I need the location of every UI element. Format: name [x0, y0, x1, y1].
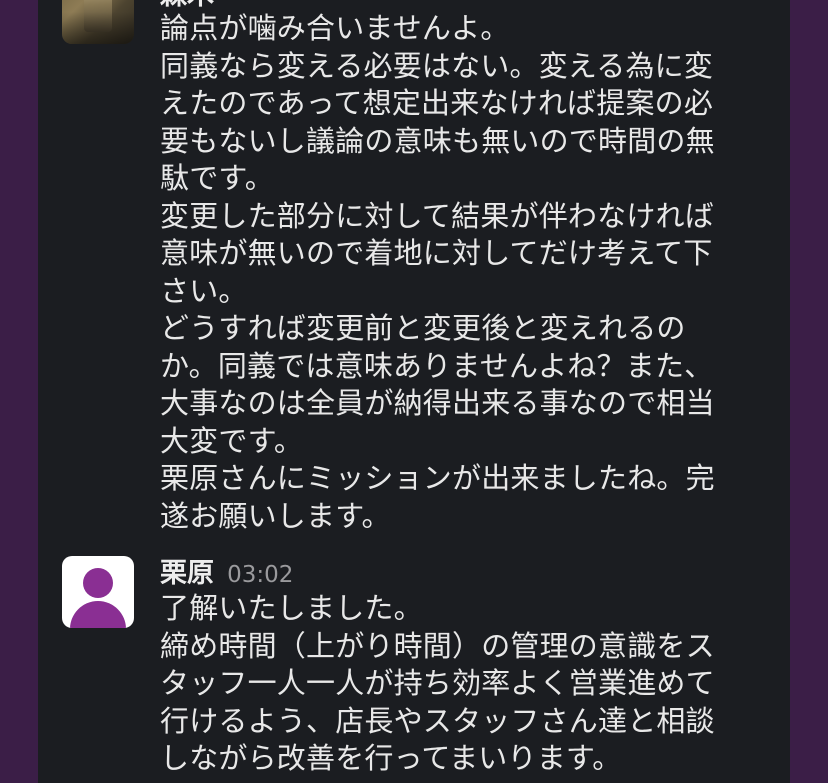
left-sidebar-edge	[0, 0, 38, 783]
message-line: 意味が無いので着地に対してだけ考えて下	[160, 236, 713, 270]
message-2-body: 了解いたしました。 締め時間（上がり時間）の管理の意識をス タッフ一人一人が持ち…	[160, 590, 760, 778]
message-line: どうすれば変更前と変更後と変えれるの	[160, 311, 686, 345]
chat-pane[interactable]: 森木 論点が噛み合いませんよ。 同義なら変える必要はない。変える為に変 えたので…	[38, 0, 790, 783]
message-line: か。同義では意味ありませんよね？また、	[160, 348, 714, 383]
message-line: しながら改善を行ってまいります。	[160, 741, 622, 775]
message-2-username[interactable]: 栗原	[160, 558, 214, 589]
avatar-body-icon	[70, 601, 126, 628]
message-line: 変更した部分に対して結果が伴わなければ	[160, 198, 714, 233]
avatar-head-icon	[83, 568, 113, 598]
user-avatar-photo[interactable]	[62, 0, 134, 44]
message-2-header: 栗原 03:02	[160, 556, 293, 592]
message-line: タッフ一人一人が持ち効率よく営業進めて	[160, 666, 715, 700]
message-line: 締め時間（上がり時間）の管理の意識をス	[160, 628, 715, 663]
message-2-timestamp[interactable]: 03:02	[227, 562, 293, 588]
screen: 森木 論点が噛み合いませんよ。 同義なら変える必要はない。変える為に変 えたので…	[0, 0, 828, 783]
user-avatar-default[interactable]	[62, 556, 134, 628]
message-line: 論点が噛み合いませんよ。	[160, 11, 510, 45]
message-line: 同義なら変える必要はない。変える為に変	[160, 48, 714, 83]
right-sidebar-edge	[790, 0, 828, 783]
avatar-shading	[62, 12, 134, 44]
message-line: えたのであって想定出来なければ提案の必	[160, 86, 714, 120]
message-line: 栗原さんにミッションが出来ましたね。完	[160, 461, 715, 495]
message-line: 行けるよう、店長やスタッフさん達と相談	[160, 703, 715, 738]
message-line: 駄です。	[160, 161, 274, 195]
message-1-body: 論点が噛み合いませんよ。 同義なら変える必要はない。変える為に変 えたのであって…	[160, 10, 760, 535]
message-line: 大事なのは全員が納得出来る事なので相当	[160, 386, 715, 420]
message-line: さい。	[160, 273, 248, 308]
message-line: 遂お願いします。	[160, 498, 391, 533]
message-line: 要もないし議論の意味も無いので時間の無	[160, 123, 715, 158]
message-line: 了解いたしました。	[160, 591, 423, 625]
message-line: 大変です。	[160, 423, 304, 458]
